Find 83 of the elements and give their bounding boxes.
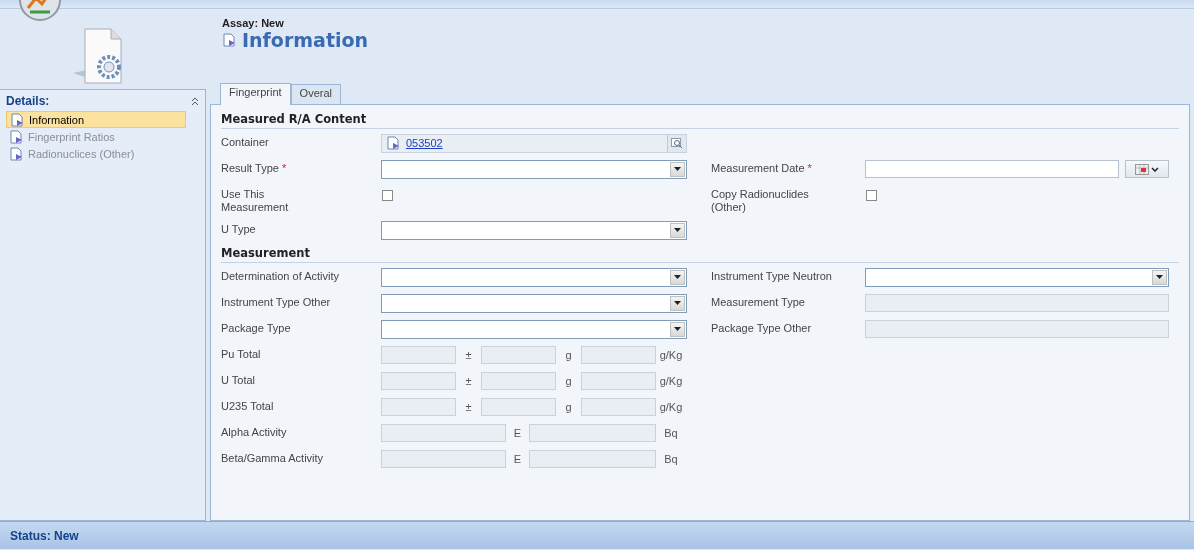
input-field[interactable] — [481, 398, 556, 416]
dropdown-field[interactable] — [865, 267, 1169, 287]
unit-label: g — [564, 401, 573, 413]
section-heading: Measurement — [221, 246, 310, 260]
required-mark: * — [281, 162, 287, 175]
input-field[interactable] — [381, 398, 456, 416]
field-label: U235 Total — [221, 400, 274, 413]
unit-label: Bq — [663, 453, 679, 465]
record-link[interactable]: 053502 — [406, 137, 443, 149]
dropdown-arrow-icon — [1156, 275, 1163, 279]
dropdown-field[interactable] — [381, 319, 687, 339]
unit-label: g/Kg — [658, 375, 684, 387]
field-label: Package Type — [221, 322, 291, 335]
unit-label: ± — [464, 401, 473, 413]
checkbox[interactable] — [866, 189, 877, 201]
unit-label: ± — [464, 349, 473, 361]
record-icon — [222, 33, 238, 47]
input-field[interactable] — [581, 372, 656, 390]
input-field[interactable] — [865, 294, 1169, 312]
unit-label: ± — [464, 375, 473, 387]
record-type-label: Assay: New — [222, 17, 285, 29]
section-heading: Details: — [6, 94, 50, 108]
dropdown-arrow-icon — [674, 275, 681, 279]
record-icon — [10, 112, 26, 127]
unit-label: Bq — [663, 427, 679, 439]
tab[interactable]: Overal — [290, 84, 341, 104]
dropdown-arrow-icon — [674, 301, 681, 305]
input-field[interactable] — [581, 398, 656, 416]
field-label: Measurement Date — [711, 162, 805, 175]
field-label: Determination of Activity — [221, 270, 339, 283]
field-label: Result Type — [221, 162, 279, 175]
input-field[interactable] — [529, 450, 656, 468]
unit-label: g/Kg — [658, 349, 684, 361]
input-field[interactable] — [481, 372, 556, 390]
tab[interactable]: Fingerprint — [220, 83, 291, 105]
field-label: Alpha Activity — [221, 426, 287, 439]
dropdown-arrow-icon — [674, 228, 681, 232]
input-field[interactable] — [865, 320, 1169, 338]
input-field[interactable] — [381, 424, 506, 442]
caret-icon — [1151, 166, 1159, 172]
field-label: Measurement Type — [711, 296, 805, 309]
section-heading: Measured R/A Content — [221, 112, 367, 126]
dropdown-field[interactable] — [381, 159, 687, 179]
status-text: Status: New — [10, 528, 79, 543]
field-label: U Total — [221, 374, 256, 387]
sidebar-item[interactable]: Information — [6, 111, 186, 128]
dropdown-arrow-icon — [674, 167, 681, 171]
field-label: Use This Measurement — [221, 188, 290, 214]
field-label: Container — [221, 136, 269, 149]
unit-label: g/Kg — [658, 401, 684, 413]
input-field[interactable] — [481, 346, 556, 364]
field-label: Pu Total — [221, 348, 261, 361]
field-label: Beta/Gamma Activity — [221, 452, 324, 465]
checkbox[interactable] — [382, 189, 393, 201]
record-icon — [386, 136, 402, 150]
field-label: U Type — [221, 223, 256, 236]
lookup-field[interactable]: 053502 — [381, 133, 687, 153]
calendar-icon — [1135, 163, 1149, 175]
record-icon — [9, 146, 25, 161]
unit-label: g — [564, 349, 573, 361]
field-label: Copy Radionuclides (Other) — [711, 188, 810, 214]
dropdown-arrow-icon — [674, 327, 681, 331]
input-field[interactable] — [529, 424, 656, 442]
unit-label: g — [564, 375, 573, 387]
field-label: Instrument Type Neutron — [711, 270, 832, 283]
collapse-icon[interactable] — [191, 96, 199, 106]
required-mark: * — [807, 162, 812, 175]
input-field[interactable] — [381, 372, 456, 390]
unit-label: E — [512, 427, 523, 439]
unit-label: E — [512, 453, 523, 465]
form-title: Information — [242, 29, 369, 51]
input-field[interactable] — [581, 346, 656, 364]
date-picker-button[interactable] — [1125, 160, 1169, 178]
record-icon — [9, 129, 25, 144]
dropdown-field[interactable] — [381, 293, 687, 313]
search-icon[interactable] — [671, 137, 683, 149]
dropdown-field[interactable] — [381, 267, 687, 287]
dropdown-field[interactable] — [381, 220, 687, 240]
field-label: Package Type Other — [711, 322, 812, 335]
input-field[interactable] — [381, 450, 506, 468]
input-field[interactable] — [381, 346, 456, 364]
field-label: Instrument Type Other — [221, 296, 331, 309]
input-field[interactable] — [865, 160, 1119, 178]
